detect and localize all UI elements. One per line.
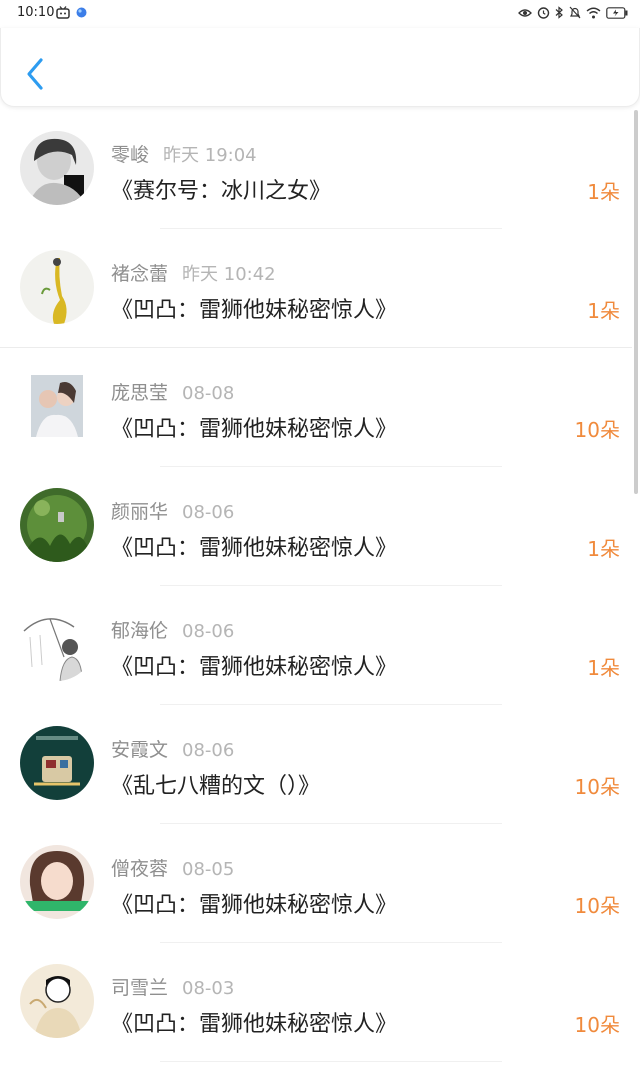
avatar[interactable] — [20, 250, 94, 324]
user-name[interactable]: 郁海伦 — [111, 620, 168, 642]
user-name[interactable]: 安霞文 — [111, 739, 168, 761]
timestamp: 08-08 — [182, 383, 235, 404]
bluetooth-icon — [555, 6, 563, 19]
mute-bell-icon — [569, 6, 581, 19]
timestamp: 08-06 — [182, 740, 235, 761]
avatar[interactable] — [20, 964, 94, 1038]
scrollbar[interactable] — [634, 110, 638, 494]
avatar[interactable] — [20, 131, 94, 205]
battery-icon — [606, 6, 628, 19]
avatar[interactable] — [20, 488, 94, 562]
user-name[interactable]: 司雪兰 — [111, 977, 168, 999]
tv-notification-icon — [56, 6, 70, 19]
flower-count: 1朵 — [587, 180, 620, 204]
list-item[interactable]: 庞思莹 08-08 《凹凸：雷狮他妹秘密惊人》 10朵 — [0, 348, 632, 467]
timestamp: 08-06 — [182, 502, 235, 523]
timestamp: 08-05 — [182, 859, 235, 880]
status-bar: 10:10 — [0, 0, 640, 28]
alarm-icon — [537, 7, 550, 19]
book-title[interactable]: 《凹凸：雷狮他妹秘密惊人》 — [111, 887, 397, 919]
list-item[interactable]: 安霞文 08-06 《乱七八糟的文（）》 10朵 — [0, 705, 632, 824]
user-name[interactable]: 颜丽华 — [111, 501, 168, 523]
gift-list: 零峻 昨天 19:04 《赛尔号：冰川之女》 1朵 褚念蕾 昨天 10:42 《凹凸… — [0, 110, 632, 1062]
avatar[interactable] — [20, 369, 94, 443]
user-name[interactable]: 褚念蕾 — [111, 263, 168, 285]
list-item[interactable]: 颜丽华 08-06 《凹凸：雷狮他妹秘密惊人》 1朵 — [0, 467, 632, 586]
book-title[interactable]: 《凹凸：雷狮他妹秘密惊人》 — [111, 292, 397, 324]
book-title[interactable]: 《凹凸：雷狮他妹秘密惊人》 — [111, 530, 397, 562]
book-title[interactable]: 《凹凸：雷狮他妹秘密惊人》 — [111, 1006, 397, 1038]
avatar[interactable] — [20, 726, 94, 800]
status-time: 10:10 — [17, 5, 55, 20]
flower-count: 10朵 — [574, 894, 620, 918]
wifi-icon — [586, 7, 601, 18]
flower-count: 1朵 — [587, 656, 620, 680]
eye-icon — [518, 8, 532, 17]
divider — [160, 1061, 502, 1062]
timestamp: 08-03 — [182, 978, 235, 999]
timestamp: 08-06 — [182, 621, 235, 642]
flower-count: 10朵 — [574, 1013, 620, 1037]
book-title[interactable]: 《凹凸：雷狮他妹秘密惊人》 — [111, 411, 397, 443]
flower-count: 1朵 — [587, 537, 620, 561]
book-title[interactable]: 《赛尔号：冰川之女》 — [111, 173, 331, 205]
book-title[interactable]: 《乱七八糟的文（）》 — [111, 768, 320, 800]
list-item[interactable]: 褚念蕾 昨天 10:42 《凹凸：雷狮他妹秘密惊人》 1朵 — [0, 229, 632, 348]
user-name[interactable]: 僧夜蓉 — [111, 858, 168, 880]
book-title[interactable]: 《凹凸：雷狮他妹秘密惊人》 — [111, 649, 397, 681]
timestamp: 昨天 19:04 — [163, 145, 257, 166]
flower-count: 10朵 — [574, 775, 620, 799]
list-item[interactable]: 零峻 昨天 19:04 《赛尔号：冰川之女》 1朵 — [0, 110, 632, 229]
flower-count: 10朵 — [574, 418, 620, 442]
user-name[interactable]: 零峻 — [111, 144, 149, 166]
back-button[interactable] — [23, 56, 49, 92]
list-item[interactable]: 僧夜蓉 08-05 《凹凸：雷狮他妹秘密惊人》 10朵 — [0, 824, 632, 943]
avatar[interactable] — [20, 845, 94, 919]
user-name[interactable]: 庞思莹 — [111, 382, 168, 404]
list-item[interactable]: 郁海伦 08-06 《凹凸：雷狮他妹秘密惊人》 1朵 — [0, 586, 632, 705]
flower-count: 1朵 — [587, 299, 620, 323]
timestamp: 昨天 10:42 — [182, 264, 276, 285]
avatar[interactable] — [20, 607, 94, 681]
globe-notification-icon — [76, 7, 87, 18]
list-item[interactable]: 司雪兰 08-03 《凹凸：雷狮他妹秘密惊人》 10朵 — [0, 943, 632, 1062]
header-bar — [0, 28, 640, 107]
